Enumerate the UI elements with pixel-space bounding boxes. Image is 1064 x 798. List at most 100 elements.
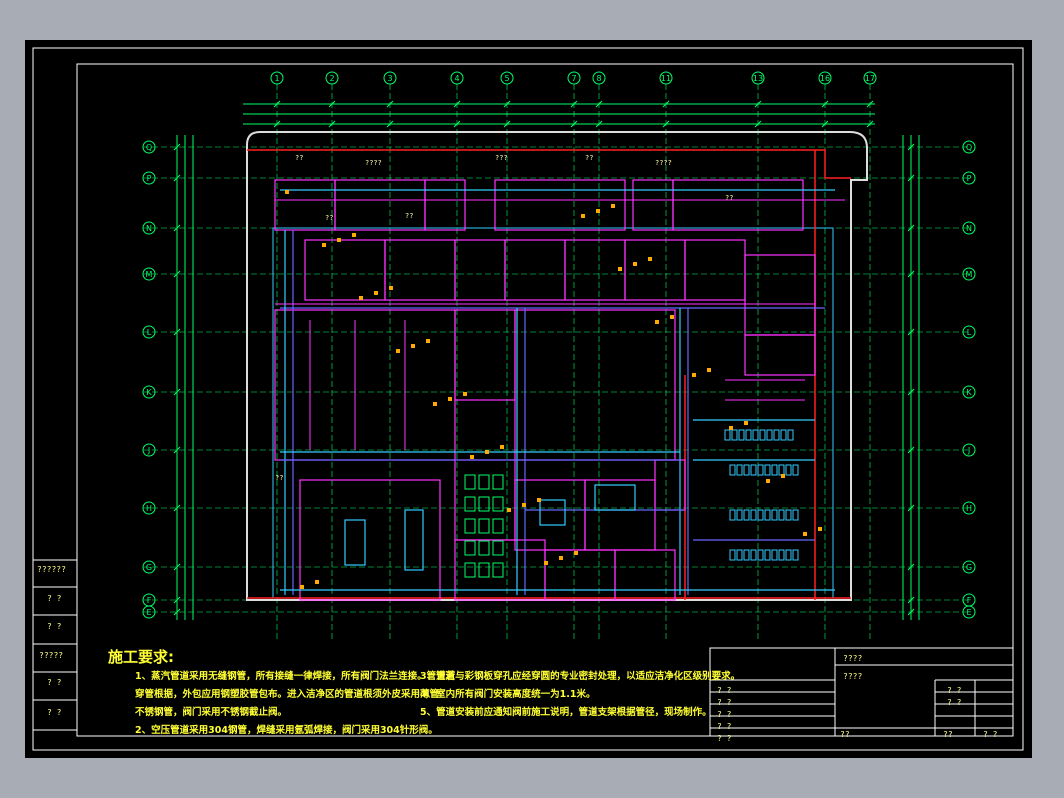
column-axis-label: 7	[571, 74, 576, 83]
column-axis-label: 4	[454, 74, 459, 83]
row-axis-label: P	[967, 174, 972, 183]
equipment-box	[478, 562, 490, 578]
valve-marker	[426, 339, 430, 343]
axis-grid	[143, 84, 969, 640]
note-line-1: 1、蒸汽管道采用无缝钢管，所有接缝一律焊接，所有阀门法兰连接。管道若	[135, 671, 456, 682]
column-axis-label: 17	[865, 74, 875, 83]
title-block-cell-4: ? ?	[717, 722, 732, 731]
room-partition-7	[384, 239, 456, 301]
column-axis-label: 3	[387, 74, 392, 83]
room-label: ??	[295, 154, 303, 162]
room-partition-24	[544, 549, 616, 601]
ahu-unit-2	[539, 499, 566, 526]
room-label: ???	[495, 154, 508, 162]
room-partition-13	[744, 254, 816, 336]
room-partition-16	[454, 309, 516, 401]
equipment-coil-0	[738, 429, 745, 441]
column-axis-label: 8	[596, 74, 601, 83]
title-block-cell-3: ? ?	[717, 710, 732, 719]
left-strip-6: ? ?	[47, 708, 62, 717]
equipment-coil-0	[759, 429, 766, 441]
title-block-bottom-2: ??	[943, 730, 953, 739]
equipment-coil-1	[736, 464, 743, 476]
room-partition-12	[684, 239, 746, 301]
valve-marker	[485, 450, 489, 454]
note-line-4: 2、空压管道采用304钢管，焊缝采用氩弧焊接，阀门采用304针形阀。	[135, 725, 438, 736]
valve-marker	[803, 532, 807, 536]
title-block-name-2: ????	[843, 672, 863, 681]
equipment-box	[464, 474, 476, 490]
room-label: ????	[365, 159, 382, 167]
row-axis-label: M	[966, 270, 973, 279]
equipment-coil-2	[736, 509, 743, 521]
equipment-coil-1	[792, 464, 799, 476]
left-strip-3: ? ?	[47, 622, 62, 631]
row-axis-label: F	[967, 596, 972, 605]
equipment-coil-0	[773, 429, 780, 441]
equipment-box	[464, 496, 476, 512]
notes-title: 施工要求:	[108, 648, 174, 666]
title-block-cell-2: ? ?	[717, 698, 732, 707]
room-partition-9	[504, 239, 566, 301]
equipment-coil-3	[764, 549, 771, 561]
building-plan: ???????????????????????	[246, 131, 868, 601]
left-strip-5: ? ?	[47, 678, 62, 687]
row-axis-label: G	[146, 563, 152, 572]
equipment-coil-3	[743, 549, 750, 561]
equipment-coil-3	[778, 549, 785, 561]
room-partition-17	[514, 309, 676, 461]
valve-marker	[411, 344, 415, 348]
drawing-sheet: ??????????????????????? 1 2 3 4 5 7 8 11 13 16 17 Q…	[25, 40, 1032, 758]
title-block-right-2: ? ?	[947, 698, 962, 707]
row-axis-label: E	[146, 608, 151, 617]
equipment-box	[464, 562, 476, 578]
row-axis-label: H	[966, 504, 972, 513]
equipment-box	[464, 540, 476, 556]
equipment-box	[492, 562, 504, 578]
valve-marker	[618, 267, 622, 271]
equipment-coil-3	[771, 549, 778, 561]
equipment-coil-1	[764, 464, 771, 476]
row-axis-label: H	[146, 504, 152, 513]
equipment-coil-0	[766, 429, 773, 441]
valve-marker	[707, 368, 711, 372]
equipment-coil-1	[785, 464, 792, 476]
column-axis-label: 1	[274, 74, 279, 83]
valve-marker	[729, 426, 733, 430]
valve-marker	[448, 397, 452, 401]
row-axis-label: G	[966, 563, 972, 572]
row-axis-label: L	[967, 328, 972, 337]
room-partition-1	[334, 179, 426, 231]
room-partition-23	[454, 539, 546, 601]
valve-marker	[544, 561, 548, 565]
equipment-coil-2	[764, 509, 771, 521]
valve-marker	[611, 204, 615, 208]
valve-marker	[389, 286, 393, 290]
valve-marker	[574, 551, 578, 555]
left-strip-1: ??????	[37, 565, 66, 574]
note-line-7: 5、管道安装前应通知阀前施工说明，管道支架根据管径，现场制作。	[420, 707, 712, 718]
valve-marker	[315, 580, 319, 584]
valve-marker	[655, 320, 659, 324]
row-axis-label: M	[146, 270, 153, 279]
equipment-coil-0	[724, 429, 731, 441]
room-label: ??	[275, 474, 283, 482]
row-axis-label: P	[147, 174, 152, 183]
room-label: ??	[405, 212, 413, 220]
column-axis-label: 11	[661, 74, 671, 83]
room-label: ??	[325, 214, 333, 222]
row-axis-label: K	[146, 388, 152, 397]
row-axis-label: F	[147, 596, 152, 605]
equipment-coil-0	[745, 429, 752, 441]
valve-marker	[500, 445, 504, 449]
equipment-coil-1	[778, 464, 785, 476]
equipment-coil-3	[750, 549, 757, 561]
inner-border	[76, 63, 1014, 737]
equipment-box	[478, 474, 490, 490]
equipment-coil-2	[785, 509, 792, 521]
equipment-coil-3	[736, 549, 743, 561]
room-partition-8	[454, 239, 506, 301]
note-line-6: 4、室内所有阀门安装高度统一为1.1米。	[420, 689, 596, 700]
valve-marker	[596, 209, 600, 213]
valve-marker	[537, 498, 541, 502]
